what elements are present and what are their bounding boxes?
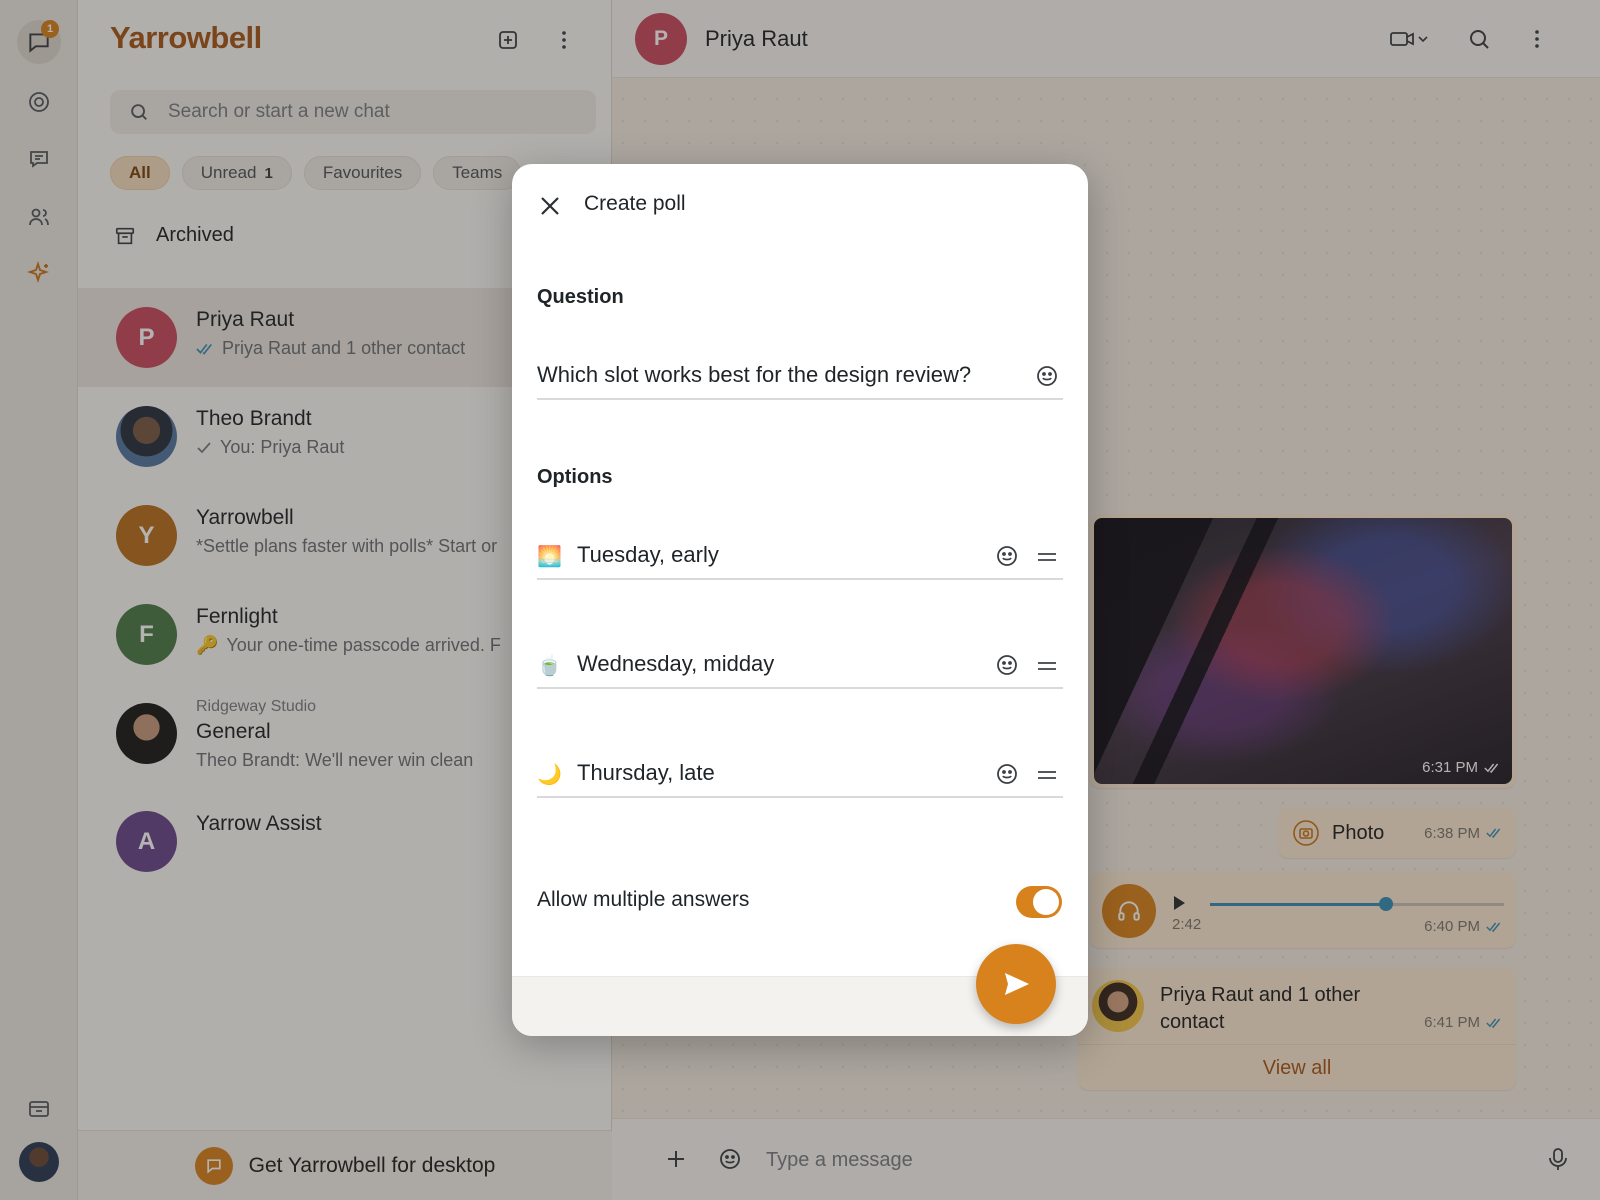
option-input[interactable]: Thursday, late — [577, 760, 715, 786]
option-drag-handle[interactable] — [1033, 544, 1061, 570]
send-icon — [1005, 973, 1029, 995]
option-emoji-button[interactable] — [993, 651, 1021, 679]
option-emoji: 🌅 — [537, 546, 562, 568]
question-emoji-button[interactable] — [1033, 362, 1061, 390]
question-label: Question — [537, 286, 624, 308]
toggle-knob — [1033, 889, 1059, 915]
option-input[interactable]: Wednesday, midday — [577, 651, 774, 677]
smiley-icon — [997, 655, 1017, 675]
option-drag-handle[interactable] — [1033, 653, 1061, 679]
dialog-title: Create poll — [584, 192, 686, 215]
question-field[interactable]: Which slot works best for the design rev… — [537, 352, 1063, 400]
question-input[interactable]: Which slot works best for the design rev… — [537, 362, 971, 388]
drag-handle-icon — [1038, 662, 1056, 670]
allow-multiple-toggle[interactable] — [1016, 886, 1062, 918]
allow-multiple-label: Allow multiple answers — [537, 888, 750, 911]
close-button[interactable] — [532, 188, 568, 224]
create-poll-dialog: Create poll Question Which slot works be… — [512, 164, 1088, 1036]
poll-option-1[interactable]: 🌅 Tuesday, early — [537, 532, 1063, 580]
smiley-icon — [997, 764, 1017, 784]
option-emoji-button[interactable] — [993, 542, 1021, 570]
smiley-icon — [997, 546, 1017, 566]
close-icon — [541, 197, 559, 215]
smiley-icon — [1037, 366, 1057, 386]
options-label: Options — [537, 466, 613, 488]
drag-handle-icon — [1038, 553, 1056, 561]
poll-option-2[interactable]: 🍵 Wednesday, midday — [537, 641, 1063, 689]
drag-handle-icon — [1038, 771, 1056, 779]
option-drag-handle[interactable] — [1033, 762, 1061, 788]
poll-option-3[interactable]: 🌙 Thursday, late — [537, 750, 1063, 798]
send-poll-button[interactable] — [976, 944, 1056, 1024]
option-emoji-button[interactable] — [993, 760, 1021, 788]
option-input[interactable]: Tuesday, early — [577, 542, 719, 568]
option-emoji: 🌙 — [537, 764, 562, 786]
option-emoji: 🍵 — [537, 655, 562, 677]
